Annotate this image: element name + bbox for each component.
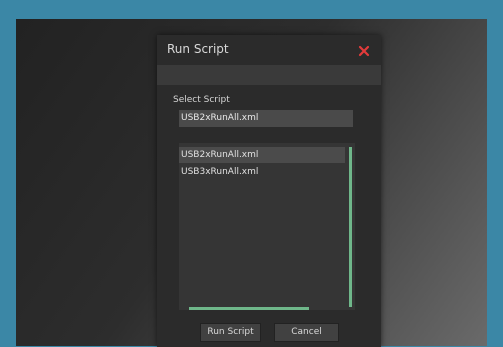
horizontal-scrollbar[interactable] bbox=[189, 307, 309, 310]
run-script-dialog: Run Script Select Script USB2xRunAll.xml… bbox=[157, 35, 381, 347]
select-script-label: Select Script bbox=[173, 95, 230, 105]
list-item[interactable]: USB2xRunAll.xml bbox=[179, 147, 345, 163]
selected-script-field[interactable]: USB2xRunAll.xml bbox=[179, 110, 353, 127]
cancel-button[interactable]: Cancel bbox=[275, 324, 338, 341]
dialog-title: Run Script bbox=[167, 42, 229, 56]
dialog-toolbar bbox=[157, 65, 381, 85]
list-item[interactable]: USB3xRunAll.xml bbox=[179, 164, 345, 180]
dialog-title-bar[interactable]: Run Script bbox=[157, 35, 381, 65]
vertical-scrollbar[interactable] bbox=[349, 147, 352, 307]
close-icon[interactable] bbox=[357, 43, 371, 57]
run-script-button[interactable]: Run Script bbox=[201, 324, 260, 341]
script-list[interactable]: USB2xRunAll.xml USB3xRunAll.xml bbox=[179, 143, 355, 310]
application-background: Run Script Select Script USB2xRunAll.xml… bbox=[16, 19, 487, 347]
